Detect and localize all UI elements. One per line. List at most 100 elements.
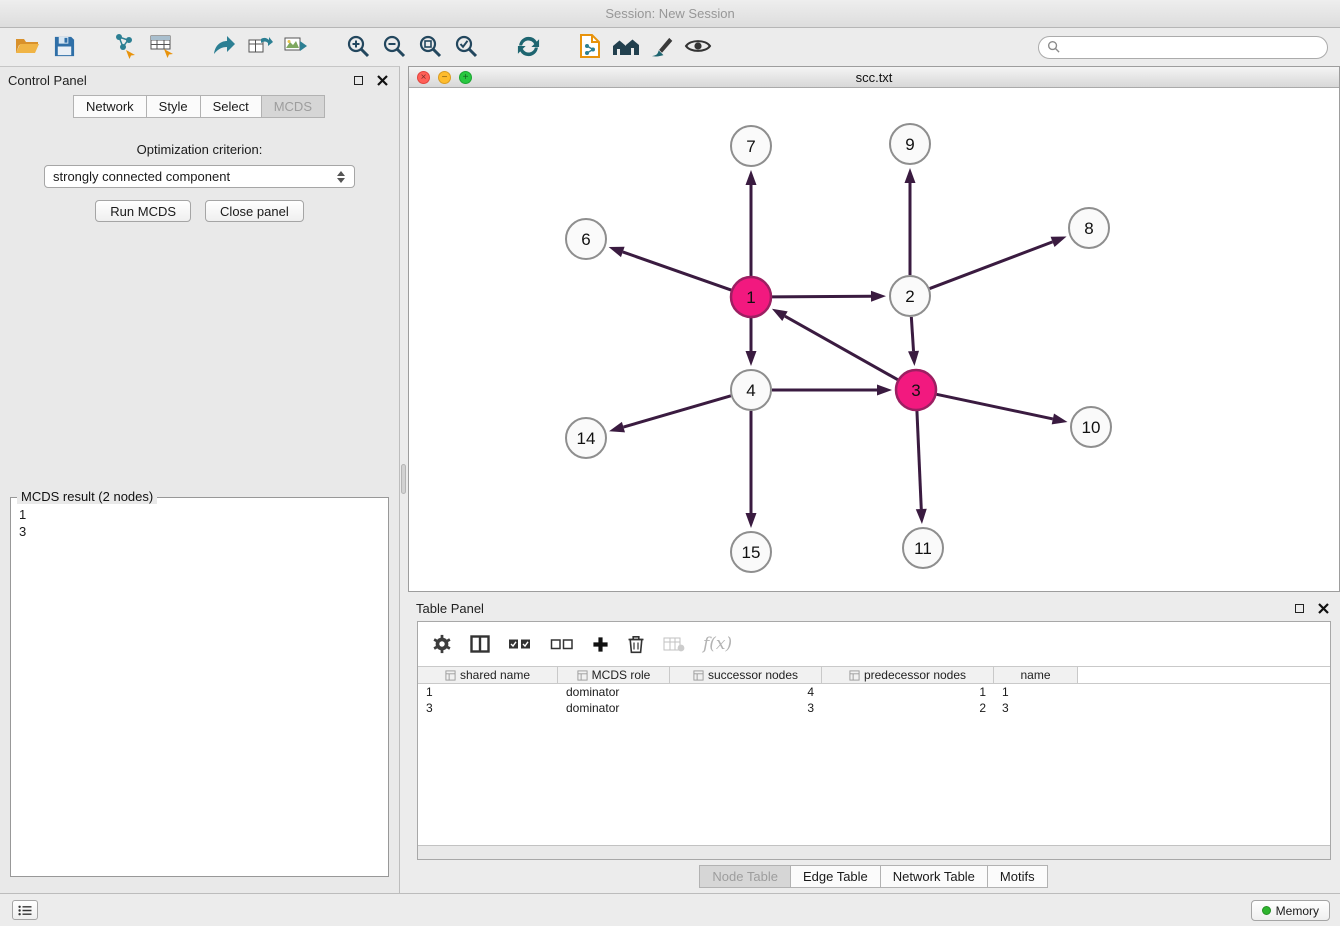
close-panel-pushbutton[interactable]: Close panel xyxy=(205,200,304,222)
close-window-icon[interactable] xyxy=(417,71,430,84)
run-mcds-button[interactable]: Run MCDS xyxy=(95,200,191,222)
criterion-select[interactable]: strongly connected component xyxy=(44,165,355,188)
memory-button[interactable]: Memory xyxy=(1251,900,1330,921)
graph-edge-2-3[interactable] xyxy=(911,317,913,351)
search-input[interactable] xyxy=(1064,41,1327,55)
deselect-all-button[interactable] xyxy=(550,637,574,651)
graph-node-6[interactable]: 6 xyxy=(566,219,606,259)
cell-successor-nodes[interactable]: 4 xyxy=(670,684,822,700)
panel-splitter[interactable] xyxy=(400,66,408,893)
disabled-table-icon xyxy=(663,636,685,652)
cell-mcds-role[interactable]: dominator xyxy=(558,684,670,700)
graph-node-2[interactable]: 2 xyxy=(890,276,930,316)
import-table-button[interactable] xyxy=(144,32,180,64)
cell-shared-name[interactable]: 3 xyxy=(418,700,558,716)
graph-node-3[interactable]: 3 xyxy=(896,370,936,410)
tab-node-table[interactable]: Node Table xyxy=(699,865,791,888)
tab-network[interactable]: Network xyxy=(73,95,147,118)
export-network-button[interactable] xyxy=(206,32,242,64)
style-brush-button[interactable] xyxy=(644,32,680,64)
open-session-button[interactable] xyxy=(10,32,46,64)
network-window-titlebar[interactable]: scc.txt xyxy=(409,67,1339,88)
control-panel: Control Panel Network Style Select MCDS … xyxy=(0,66,400,893)
network-document-button[interactable] xyxy=(572,32,608,64)
graph-node-15[interactable]: 15 xyxy=(731,532,771,572)
zoom-out-button[interactable] xyxy=(376,32,412,64)
graph-node-1[interactable]: 1 xyxy=(731,277,771,317)
network-graph[interactable]: 7 9 6 8 1 2 4 3 10 14 15 11 xyxy=(409,88,1339,591)
network-view-window: scc.txt 7 9 6 8 1 2 4 3 10 14 15 11 xyxy=(408,66,1340,592)
tab-motifs[interactable]: Motifs xyxy=(987,865,1048,888)
graph-edge-2-8[interactable] xyxy=(930,242,1053,289)
tab-style[interactable]: Style xyxy=(146,95,201,118)
cell-mcds-role[interactable]: dominator xyxy=(558,700,670,716)
graph-node-10[interactable]: 10 xyxy=(1071,407,1111,447)
delete-column-button[interactable] xyxy=(627,634,645,654)
show-hide-details-button[interactable] xyxy=(680,32,716,64)
add-column-button[interactable] xyxy=(592,636,609,653)
graph-edge-1-6[interactable] xyxy=(623,252,731,290)
split-panel-button[interactable] xyxy=(470,635,490,653)
cell-predecessor-nodes[interactable]: 2 xyxy=(822,700,994,716)
tab-select[interactable]: Select xyxy=(200,95,262,118)
graph-node-14[interactable]: 14 xyxy=(566,418,606,458)
select-all-button[interactable] xyxy=(508,637,532,651)
cell-name[interactable]: 1 xyxy=(994,684,1078,700)
cell-successor-nodes[interactable]: 3 xyxy=(670,700,822,716)
column-header-successor-nodes[interactable]: successor nodes xyxy=(670,667,822,683)
cell-predecessor-nodes[interactable]: 1 xyxy=(822,684,994,700)
zoom-window-icon[interactable] xyxy=(459,71,472,84)
table-hscrollbar[interactable] xyxy=(418,845,1330,859)
zoom-selected-button[interactable] xyxy=(448,32,484,64)
export-image-button[interactable] xyxy=(278,32,314,64)
function-builder-button-disabled: f(x) xyxy=(703,634,732,654)
plus-icon xyxy=(592,636,609,653)
mcds-result-content[interactable]: 1 3 xyxy=(11,498,388,548)
import-network-button[interactable] xyxy=(108,32,144,64)
graph-node-4[interactable]: 4 xyxy=(731,370,771,410)
graph-edge-arrowhead xyxy=(609,247,625,257)
graph-edge-3-10[interactable] xyxy=(937,394,1053,419)
refresh-view-button[interactable] xyxy=(510,32,546,64)
split-panel-icon xyxy=(470,635,490,653)
graph-edge-4-14[interactable] xyxy=(623,396,730,427)
network-window-title: scc.txt xyxy=(856,70,893,85)
tab-edge-table[interactable]: Edge Table xyxy=(790,865,881,888)
column-header-shared-name[interactable]: shared name xyxy=(418,667,558,683)
graph-node-11[interactable]: 11 xyxy=(903,528,943,568)
save-session-button[interactable] xyxy=(46,32,82,64)
graph-node-label: 15 xyxy=(742,543,761,562)
table-row[interactable]: 3 dominator 3 2 3 xyxy=(418,700,1330,716)
table-row[interactable]: 1 dominator 4 1 1 xyxy=(418,684,1330,700)
column-header-predecessor-nodes[interactable]: predecessor nodes xyxy=(822,667,994,683)
graph-node-9[interactable]: 9 xyxy=(890,124,930,164)
float-table-panel-button[interactable] xyxy=(1290,599,1308,617)
graph-node-7[interactable]: 7 xyxy=(731,126,771,166)
minimize-window-icon[interactable] xyxy=(438,71,451,84)
tab-network-table[interactable]: Network Table xyxy=(880,865,988,888)
table-settings-button[interactable] xyxy=(432,634,452,654)
close-panel-button[interactable] xyxy=(373,71,391,89)
zoom-fit-button[interactable] xyxy=(412,32,448,64)
tab-mcds[interactable]: MCDS xyxy=(261,95,325,118)
zoom-in-button[interactable] xyxy=(340,32,376,64)
import-table-icon xyxy=(149,33,175,62)
graph-edge-3-11[interactable] xyxy=(917,411,921,509)
graph-edge-3-1[interactable] xyxy=(785,316,898,380)
table-panel-title: Table Panel xyxy=(416,601,1284,616)
export-image-icon xyxy=(283,33,309,62)
close-table-panel-button[interactable] xyxy=(1314,599,1332,617)
float-panel-button[interactable] xyxy=(349,71,367,89)
column-header-mcds-role[interactable]: MCDS role xyxy=(558,667,670,683)
network-canvas[interactable]: 7 9 6 8 1 2 4 3 10 14 15 11 xyxy=(409,88,1339,591)
graph-node-8[interactable]: 8 xyxy=(1069,208,1109,248)
task-history-button[interactable] xyxy=(12,900,38,920)
quick-search[interactable] xyxy=(1038,36,1328,59)
graph-node-label: 6 xyxy=(581,230,590,249)
cell-shared-name[interactable]: 1 xyxy=(418,684,558,700)
column-header-name[interactable]: name xyxy=(994,667,1078,683)
graph-edge-1-2[interactable] xyxy=(772,296,871,297)
cell-name[interactable]: 3 xyxy=(994,700,1078,716)
home-overview-button[interactable] xyxy=(608,32,644,64)
export-table-button[interactable] xyxy=(242,32,278,64)
